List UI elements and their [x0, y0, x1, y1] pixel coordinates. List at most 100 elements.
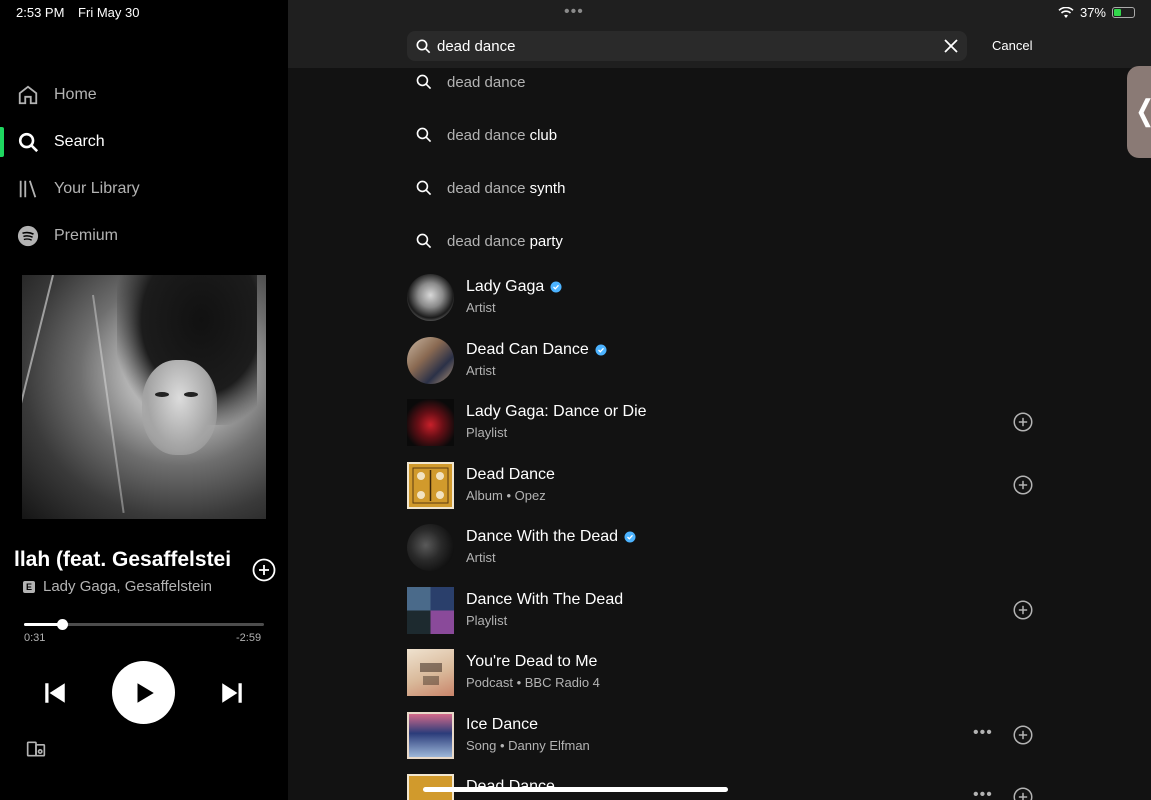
- more-options-button[interactable]: •••: [973, 724, 993, 742]
- close-icon: [944, 39, 958, 53]
- suggestion-text: dead dance: [447, 73, 526, 91]
- status-date: Fri May 30: [78, 5, 140, 20]
- devices-icon: [26, 741, 46, 757]
- suggestion-text: dead dance party: [447, 232, 563, 250]
- sidebar-item-library[interactable]: Your Library: [0, 169, 288, 209]
- search-bar[interactable]: [407, 31, 967, 61]
- album-art-detail: [184, 392, 198, 397]
- result-title: Dead Can Dance: [466, 341, 589, 358]
- add-button[interactable]: [1013, 787, 1033, 800]
- sidebar-item-home[interactable]: Home: [0, 75, 288, 115]
- suggestion-text: dead dance club: [447, 126, 558, 144]
- search-suggestion[interactable]: dead dance club: [407, 115, 1027, 155]
- previous-button[interactable]: [42, 680, 68, 706]
- podcast-thumbnail: [407, 649, 454, 696]
- progress-handle[interactable]: [57, 619, 69, 630]
- search-suggestion[interactable]: dead dance party: [407, 221, 1027, 261]
- play-button[interactable]: [112, 661, 175, 724]
- track-title[interactable]: llah (feat. Gesaffelstei: [14, 548, 240, 572]
- search-header: ••• 37% Cancel: [288, 0, 1151, 68]
- result-row[interactable]: Ice Dance Song • Danny Elfman •••: [407, 712, 1047, 762]
- verified-icon: [550, 281, 562, 293]
- add-button[interactable]: [1013, 412, 1033, 432]
- search-suggestion[interactable]: dead dance: [407, 62, 1027, 102]
- add-circle-icon: [1013, 600, 1033, 620]
- result-row[interactable]: Dance With the Dead Artist: [407, 524, 1047, 574]
- album-art-detail: [142, 360, 217, 455]
- battery-fill: [1114, 9, 1122, 16]
- result-title: Dance With the Dead: [466, 528, 619, 545]
- result-subtitle: Playlist: [466, 425, 508, 440]
- result-row[interactable]: Dead Dance Album • Opez: [407, 462, 1047, 512]
- slide-over-handle[interactable]: ❬: [1127, 66, 1151, 158]
- artist-thumbnail: [407, 524, 454, 571]
- search-icon: [415, 73, 432, 95]
- track-artists[interactable]: Lady Gaga, Gesaffelstein: [43, 578, 212, 595]
- sidebar-item-search[interactable]: Search: [0, 122, 288, 162]
- time-remaining: -2:59: [236, 632, 262, 644]
- search-icon: [15, 129, 41, 155]
- time-elapsed: 0:31: [24, 632, 46, 644]
- artist-thumbnail: [407, 274, 454, 321]
- suggestion-text: dead dance synth: [447, 179, 566, 197]
- multitasking-dots[interactable]: •••: [564, 3, 584, 21]
- result-title: Dance With The Dead: [466, 591, 624, 608]
- sidebar-item-label: Home: [54, 86, 97, 103]
- home-indicator[interactable]: [423, 787, 728, 792]
- album-art-detail: [155, 392, 169, 397]
- add-circle-icon: [1013, 412, 1033, 432]
- wifi-icon: [1058, 6, 1074, 18]
- result-subtitle: Artist: [466, 300, 496, 315]
- more-options-button[interactable]: •••: [973, 786, 993, 800]
- album-art[interactable]: [22, 275, 266, 519]
- skip-back-icon: [45, 683, 65, 703]
- spotify-icon: [15, 223, 41, 249]
- play-icon: [137, 682, 154, 703]
- result-subtitle: Playlist: [466, 613, 508, 628]
- search-icon: [415, 179, 432, 201]
- song-thumbnail: [407, 712, 454, 759]
- playlist-thumbnail: [407, 399, 454, 446]
- chevron-left-icon: ❬: [1133, 94, 1151, 127]
- search-icon: [415, 126, 432, 148]
- result-subtitle: Podcast • BBC Radio 4: [466, 675, 600, 690]
- sidebar-item-label: Your Library: [54, 180, 140, 197]
- add-to-library-button[interactable]: [252, 558, 276, 582]
- add-button[interactable]: [1013, 725, 1033, 745]
- artist-thumbnail: [407, 337, 454, 384]
- sidebar: 2:53 PM Fri May 30 Home Search Your Libr…: [0, 0, 288, 800]
- search-icon: [415, 232, 432, 254]
- result-row[interactable]: Dance With The Dead Playlist: [407, 587, 1047, 637]
- sidebar-item-premium[interactable]: Premium: [0, 216, 288, 256]
- album-thumbnail: [407, 462, 454, 509]
- status-bar-right: 37%: [1058, 5, 1135, 20]
- add-button[interactable]: [1013, 475, 1033, 495]
- clear-search-button[interactable]: [943, 38, 959, 54]
- result-title: You're Dead to Me: [466, 653, 598, 670]
- result-row[interactable]: You're Dead to Me Podcast • BBC Radio 4: [407, 649, 1047, 699]
- search-suggestion[interactable]: dead dance synth: [407, 168, 1027, 208]
- result-row[interactable]: Lady Gaga: Dance or Die Playlist: [407, 399, 1047, 449]
- verified-icon: [624, 531, 636, 543]
- battery-percent: 37%: [1079, 5, 1106, 20]
- next-button[interactable]: [219, 680, 245, 706]
- cancel-button[interactable]: Cancel: [992, 38, 1032, 53]
- result-subtitle: Artist: [466, 550, 496, 565]
- skip-forward-icon: [222, 683, 242, 703]
- search-icon: [415, 38, 431, 59]
- result-title: Dead Dance: [466, 466, 555, 483]
- add-button[interactable]: [1013, 600, 1033, 620]
- add-circle-icon: [1013, 475, 1033, 495]
- result-subtitle: Song • Danny Elfman: [466, 738, 590, 753]
- album-art-detail: [22, 275, 54, 512]
- result-title: Lady Gaga: [466, 278, 545, 295]
- sidebar-item-label: Search: [54, 133, 105, 150]
- add-circle-icon: [1013, 725, 1033, 745]
- search-input[interactable]: [437, 31, 937, 61]
- result-row[interactable]: Dead Can Dance Artist: [407, 337, 1047, 387]
- podcast-cover-art: [420, 663, 442, 685]
- connect-device-button[interactable]: [26, 739, 46, 759]
- add-circle-icon: [1013, 787, 1033, 800]
- battery-icon: [1112, 7, 1135, 18]
- result-row[interactable]: Lady Gaga Artist: [407, 274, 1047, 324]
